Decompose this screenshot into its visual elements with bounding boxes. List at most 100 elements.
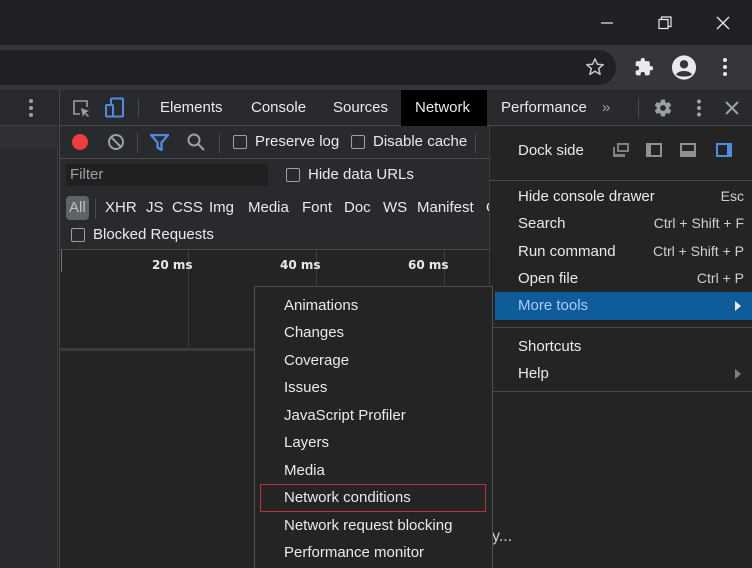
restore-icon <box>658 15 672 29</box>
tab-elements[interactable]: Elements <box>146 90 237 126</box>
tab-performance[interactable]: Performance <box>487 90 601 126</box>
minimize-icon <box>601 21 613 24</box>
menu-item-label: Help <box>518 365 549 382</box>
browser-menu-button[interactable] <box>712 54 738 80</box>
dock-left-icon[interactable] <box>645 142 663 158</box>
tab-console[interactable]: Console <box>237 90 320 126</box>
dock-bottom-icon[interactable] <box>679 142 697 158</box>
record-icon <box>72 134 88 150</box>
filter-toggle-button[interactable] <box>149 133 170 155</box>
hide-data-urls-checkbox[interactable] <box>286 168 300 182</box>
more-tabs-button[interactable]: » <box>594 90 618 126</box>
extensions-puzzle-icon <box>635 57 654 76</box>
submenu-item-javascript-profiler[interactable]: JavaScript Profiler <box>255 402 492 429</box>
restore-button[interactable] <box>636 0 694 45</box>
filter-funnel-icon <box>149 133 170 152</box>
browser-toolbar <box>0 45 752 90</box>
submenu-item-label: Animations <box>284 297 359 314</box>
submenu-item-network-request-blocking[interactable]: Network request blocking <box>255 512 492 539</box>
inspect-element-button[interactable] <box>72 99 92 123</box>
menu-item-more-tools[interactable]: More tools <box>495 292 752 320</box>
menu-divider <box>490 327 752 328</box>
type-all[interactable]: All <box>66 196 89 220</box>
timeline-cursor <box>61 250 62 272</box>
submenu-item-coverage[interactable]: Coverage <box>255 347 492 374</box>
filter-input[interactable]: Filter <box>66 164 268 186</box>
device-toolbar-button[interactable] <box>104 97 126 123</box>
blocked-requests-checkbox[interactable] <box>71 228 85 242</box>
divider <box>638 98 639 118</box>
timeline-tick: 20 ms <box>152 258 193 272</box>
divider <box>137 133 138 153</box>
menu-item-label: Shortcuts <box>518 338 582 355</box>
record-button[interactable] <box>71 133 89 155</box>
menu-item-label: Open file <box>518 270 579 287</box>
devtools-main-menu: Dock side Hide console drawer Esc Search… <box>489 126 752 392</box>
menu-divider <box>490 180 752 181</box>
type-xhr[interactable]: XHR <box>105 196 137 220</box>
extensions-button[interactable] <box>631 54 657 80</box>
submenu-item-issues[interactable]: Issues <box>255 374 492 401</box>
clear-icon <box>108 134 124 150</box>
type-js[interactable]: JS <box>146 196 164 220</box>
page-content-area <box>0 90 58 568</box>
menu-item-help[interactable]: Help <box>490 360 752 387</box>
submenu-item-animations[interactable]: Animations <box>255 292 492 319</box>
menu-item-shortcut: Ctrl + P <box>696 270 744 286</box>
minimize-button[interactable] <box>578 0 636 45</box>
menu-item-search[interactable]: Search Ctrl + Shift + F <box>490 210 752 237</box>
divider <box>475 133 476 153</box>
tab-sources[interactable]: Sources <box>319 90 402 126</box>
submenu-item-label: Coverage <box>284 352 350 369</box>
preserve-log-label: Preserve log <box>255 133 340 150</box>
dock-right-icon[interactable] <box>715 142 733 158</box>
menu-item-open-file[interactable]: Open file Ctrl + P <box>490 265 752 292</box>
submenu-item-media[interactable]: Media <box>255 457 492 484</box>
page-left-toolbar <box>0 90 58 126</box>
type-css[interactable]: CSS <box>172 196 203 220</box>
type-media[interactable]: Media <box>248 196 289 220</box>
disable-cache-label: Disable cache <box>373 133 468 150</box>
submenu-item-changes[interactable]: Changes <box>255 319 492 346</box>
type-doc[interactable]: Doc <box>344 196 371 220</box>
submenu-item-performance-monitor[interactable]: Performance monitor <box>255 539 492 566</box>
close-devtools-button[interactable] <box>725 101 739 119</box>
submenu-item-label: Network conditions <box>284 489 411 506</box>
type-ws[interactable]: WS <box>383 196 407 220</box>
submenu-arrow-icon <box>735 369 741 379</box>
settings-button[interactable] <box>653 98 673 122</box>
more-options-icon[interactable] <box>28 98 34 118</box>
disable-cache-checkbox[interactable] <box>351 135 365 149</box>
preserve-log-checkbox[interactable] <box>233 135 247 149</box>
submenu-item-network-conditions[interactable]: Network conditions <box>260 484 486 512</box>
devtools-menu-button[interactable] <box>696 99 702 121</box>
menu-item-label: Search <box>518 215 566 232</box>
close-window-button[interactable] <box>694 0 752 45</box>
submenu-item-layers[interactable]: Layers <box>255 429 492 456</box>
profile-button[interactable] <box>671 54 697 80</box>
search-icon <box>187 133 205 151</box>
submenu-item-label: Media <box>284 462 325 479</box>
clear-button[interactable] <box>107 133 125 155</box>
search-button[interactable] <box>187 133 205 155</box>
type-font[interactable]: Font <box>302 196 332 220</box>
address-bar[interactable] <box>0 50 616 85</box>
bookmark-star-icon[interactable] <box>584 56 606 78</box>
undock-icon[interactable] <box>612 142 630 158</box>
menu-item-run-command[interactable]: Run command Ctrl + Shift + P <box>490 238 752 265</box>
type-img[interactable]: Img <box>209 196 234 220</box>
type-manifest[interactable]: Manifest <box>417 196 474 220</box>
timeline-tick: 40 ms <box>280 258 321 272</box>
gear-icon <box>654 99 672 117</box>
menu-item-label: More tools <box>518 297 589 314</box>
submenu-arrow-icon <box>735 301 741 311</box>
menu-item-hide-console-drawer[interactable]: Hide console drawer Esc <box>490 183 752 210</box>
menu-item-shortcuts[interactable]: Shortcuts <box>490 333 752 360</box>
dock-side-label: Dock side <box>518 142 584 159</box>
profile-avatar-icon <box>671 54 697 80</box>
blocked-requests-row: Blocked Requests <box>60 223 490 250</box>
device-toolbar-icon <box>105 97 124 118</box>
submenu-item-label: JavaScript Profiler <box>284 407 406 424</box>
tab-network[interactable]: Network <box>401 90 487 126</box>
menu-item-label: Run command <box>518 243 616 260</box>
